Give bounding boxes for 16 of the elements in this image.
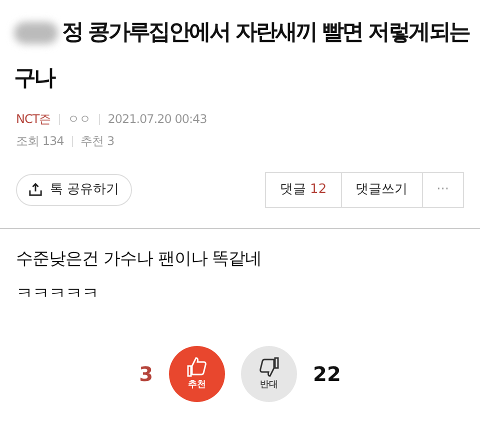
body-text: ㅋㅋㅋㅋㅋ bbox=[16, 283, 100, 306]
view-count: 조회 134 bbox=[16, 133, 64, 150]
recommend-count: 3 bbox=[139, 360, 154, 388]
body-text: 수준낮은건 가수나 팬이나 똑같네 bbox=[16, 248, 263, 270]
oppose-count: 22 bbox=[313, 360, 341, 388]
recommend-count: 추천 3 bbox=[80, 133, 114, 150]
nickname: ㅇㅇ bbox=[68, 111, 91, 128]
share-icon bbox=[29, 183, 42, 196]
post-date: 2021.07.20 00:43 bbox=[108, 111, 207, 128]
recommend-button[interactable]: 추천 bbox=[169, 346, 226, 402]
post-title: 정 콩가루집안에서 자란새끼 빨면 저렇게되는 구나 bbox=[14, 19, 471, 93]
author-name[interactable]: NCT즌 bbox=[16, 110, 51, 128]
oppose-button[interactable]: 반대 bbox=[241, 346, 298, 402]
share-button[interactable]: 톡 공유하기 bbox=[16, 174, 132, 206]
thumbs-down-icon bbox=[257, 354, 282, 379]
thumbs-up-icon bbox=[185, 354, 210, 379]
